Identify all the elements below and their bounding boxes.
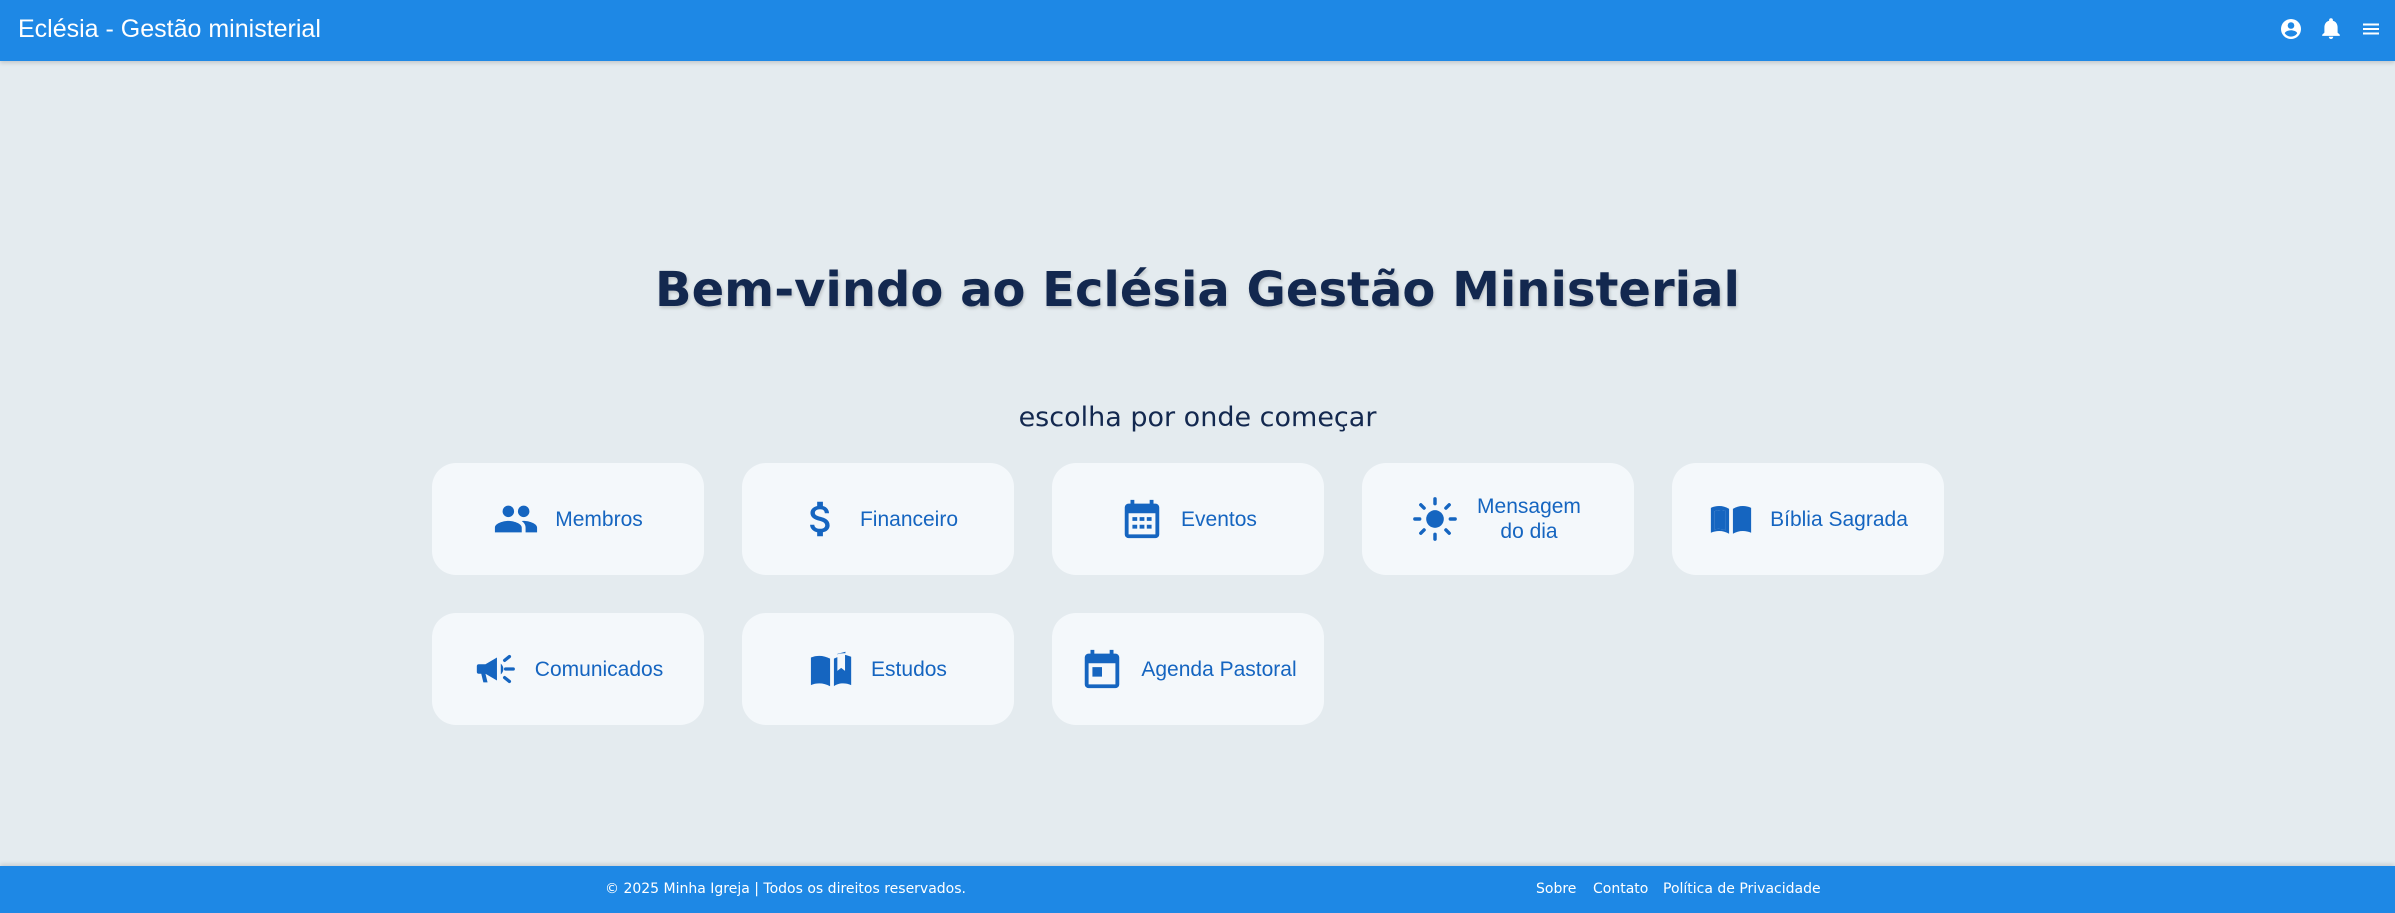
bell-icon[interactable] bbox=[2319, 17, 2343, 41]
book-bookmark-icon bbox=[809, 646, 855, 692]
menu-icon[interactable] bbox=[2359, 17, 2383, 41]
footer-copyright: © 2025 Minha Igreja | Todos os direitos … bbox=[605, 881, 966, 897]
card-label: Eventos bbox=[1181, 507, 1257, 531]
card-label: Agenda Pastoral bbox=[1141, 657, 1297, 681]
card-label: Comunicados bbox=[534, 657, 664, 681]
card-label: Financeiro bbox=[859, 507, 959, 531]
card-financeiro[interactable]: Financeiro bbox=[742, 463, 1014, 575]
card-estudos[interactable]: Estudos bbox=[742, 613, 1014, 725]
app-bar: Eclésia - Gestão ministerial bbox=[0, 0, 2395, 61]
app-title: Eclésia - Gestão ministerial bbox=[18, 15, 321, 43]
calendar-event-icon bbox=[1079, 646, 1125, 692]
account-circle-icon[interactable] bbox=[2279, 17, 2303, 41]
card-mensagem-do-dia[interactable]: Mensagem do dia bbox=[1362, 463, 1634, 575]
footer: © 2025 Minha Igreja | Todos os direitos … bbox=[0, 866, 2395, 913]
open-book-icon bbox=[1708, 496, 1754, 542]
footer-link-contato[interactable]: Contato bbox=[1593, 881, 1648, 897]
card-biblia-sagrada[interactable]: Bíblia Sagrada bbox=[1672, 463, 1944, 575]
card-label: Mensagem do dia bbox=[1477, 495, 1581, 543]
page-title: Bem-vindo ao Eclésia Gestão Ministerial bbox=[655, 262, 1740, 318]
card-label: Estudos bbox=[871, 657, 947, 681]
card-agenda-pastoral[interactable]: Agenda Pastoral bbox=[1052, 613, 1324, 725]
footer-link-privacidade[interactable]: Política de Privacidade bbox=[1663, 881, 1821, 897]
card-label: Membros bbox=[555, 507, 643, 531]
calendar-grid-icon bbox=[1119, 496, 1165, 542]
card-membros[interactable]: Membros bbox=[432, 463, 704, 575]
sun-icon bbox=[1412, 496, 1458, 542]
card-comunicados[interactable]: Comunicados bbox=[432, 613, 704, 725]
megaphone-icon bbox=[473, 646, 519, 692]
footer-link-sobre[interactable]: Sobre bbox=[1536, 881, 1576, 897]
dollar-icon bbox=[798, 496, 844, 542]
card-label: Bíblia Sagrada bbox=[1770, 507, 1908, 531]
card-eventos[interactable]: Eventos bbox=[1052, 463, 1324, 575]
page-subtitle: escolha por onde começar bbox=[1018, 402, 1377, 433]
people-icon bbox=[493, 496, 539, 542]
